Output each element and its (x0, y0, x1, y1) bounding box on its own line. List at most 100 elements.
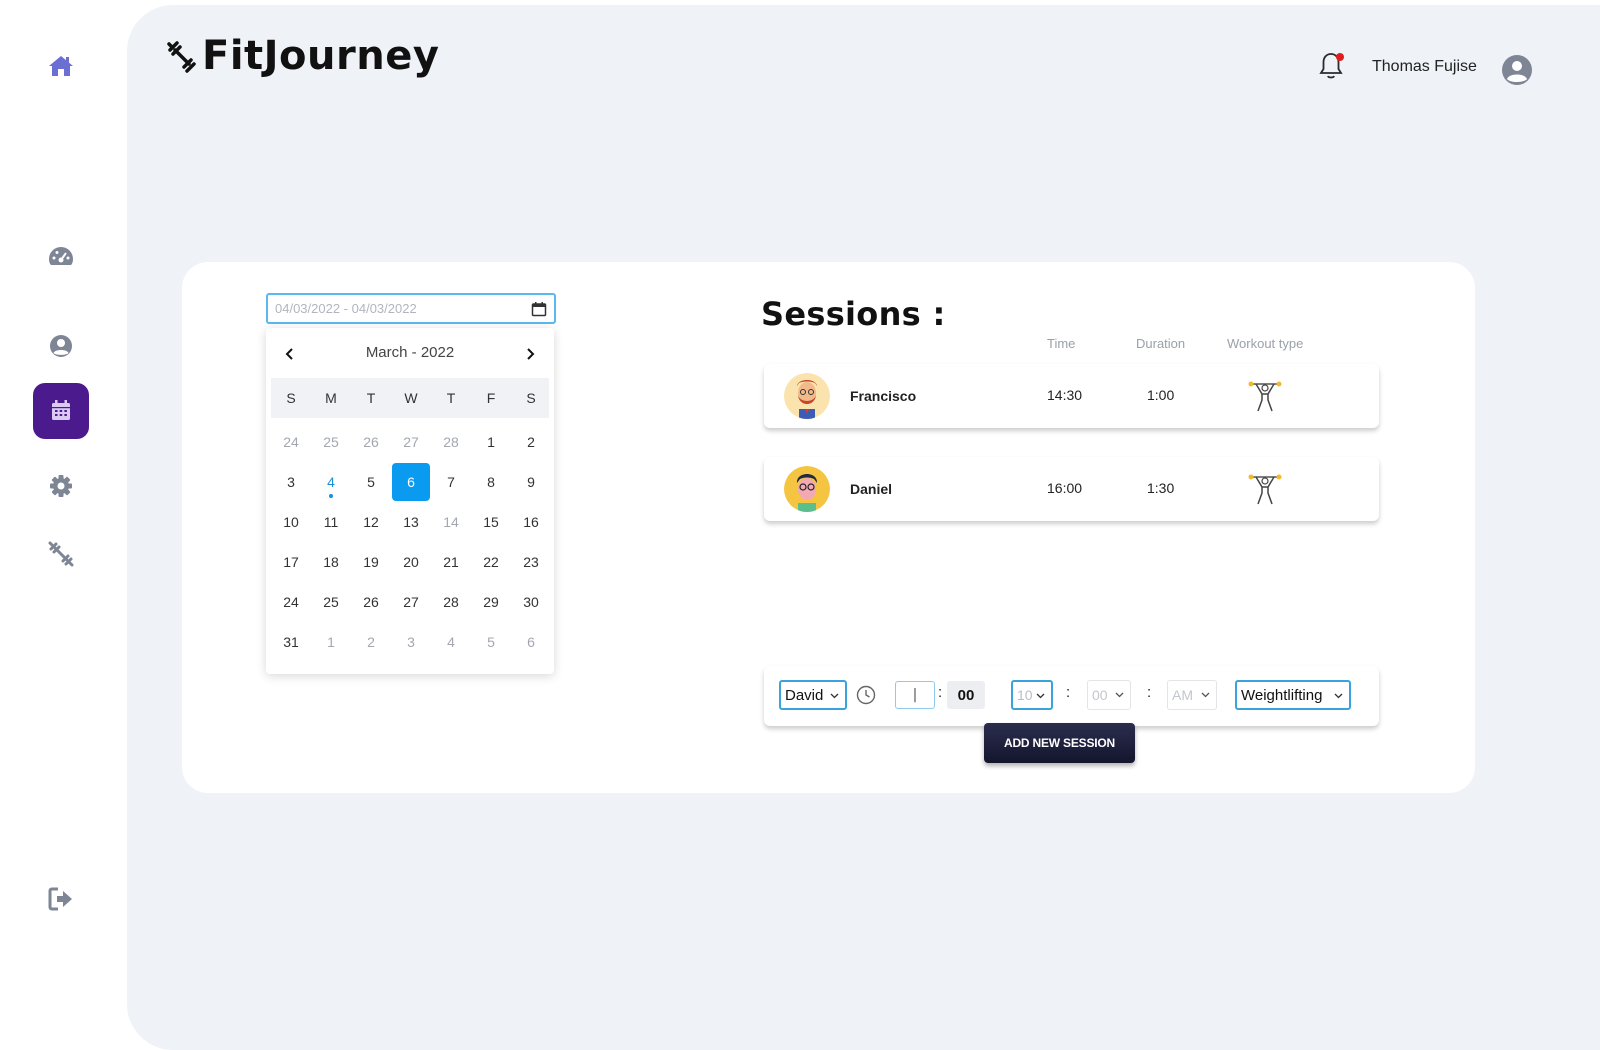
session-row[interactable]: Francisco 14:30 1:00 (764, 364, 1379, 428)
duration-minutes-input[interactable]: 00 (947, 681, 985, 709)
user-circle-icon (50, 335, 72, 357)
logout-icon (48, 887, 72, 911)
calendar-day[interactable]: 20 (391, 542, 431, 582)
app-logo[interactable]: FitJourney (166, 33, 439, 79)
next-month-button[interactable] (520, 344, 540, 364)
calendar-day[interactable]: 1 (311, 622, 351, 662)
column-header-duration: Duration (1136, 336, 1186, 351)
calendar-header: March - 2022 (266, 328, 554, 376)
calendar-day[interactable]: 3 (391, 622, 431, 662)
trainer-avatar (784, 466, 830, 512)
minute-select[interactable]: 00 (1087, 680, 1131, 710)
session-row[interactable]: Daniel 16:00 1:30 (764, 457, 1379, 521)
calendar-day[interactable]: 15 (471, 502, 511, 542)
colon-separator: : (1066, 684, 1071, 701)
calendar-day[interactable]: 31 (271, 622, 311, 662)
hour-select-value: 10 (1017, 687, 1033, 703)
add-session-form: David | : 00 10 : 00 : AM Weightlifting (764, 666, 1379, 726)
duration-hours-input[interactable]: | (895, 681, 935, 709)
sidebar (0, 0, 127, 1050)
calendar-icon[interactable] (531, 301, 547, 317)
calendar-day[interactable]: 22 (471, 542, 511, 582)
calendar-day[interactable]: 11 (311, 502, 351, 542)
calendar-day[interactable]: 5 (471, 622, 511, 662)
calendar-dropdown: March - 2022 S M T W T F S 24 25 26 27 28 1 2 3… (266, 328, 554, 674)
calendar-day[interactable]: 14 (431, 502, 471, 542)
calendar-day[interactable]: 2 (511, 422, 551, 462)
weekday-label: W (404, 390, 418, 406)
dumbbell-logo-icon (167, 41, 196, 73)
notification-dot (1336, 53, 1344, 61)
calendar-day[interactable]: 30 (511, 582, 551, 622)
calendar-day[interactable]: 19 (351, 542, 391, 582)
weekday-label: S (286, 390, 296, 406)
calendar-day[interactable]: 5 (351, 462, 391, 502)
calendar-day[interactable]: 8 (471, 462, 511, 502)
colon-separator: : (938, 684, 943, 701)
calendar-day[interactable]: 27 (391, 422, 431, 462)
calendar-day[interactable]: 29 (471, 582, 511, 622)
hour-select[interactable]: 10 (1011, 680, 1053, 710)
calendar-day[interactable]: 26 (351, 422, 391, 462)
calendar-day[interactable]: 18 (311, 542, 351, 582)
column-header-time: Time (1047, 336, 1076, 351)
home-icon (49, 56, 73, 76)
date-range-input[interactable]: 04/03/2022 - 04/03/2022 (266, 293, 556, 324)
add-new-session-button[interactable]: ADD NEW SESSION (984, 723, 1135, 763)
calendar-day[interactable]: 21 (431, 542, 471, 582)
clock-icon (856, 685, 876, 705)
minute-select-value: 00 (1092, 687, 1108, 703)
calendar-day[interactable]: 6 (392, 463, 430, 501)
calendar-day[interactable]: 27 (391, 582, 431, 622)
trainer-name: Daniel (850, 481, 893, 497)
calendar-day[interactable]: 28 (431, 582, 471, 622)
nav-dashboard[interactable] (33, 229, 89, 285)
nav-profile[interactable] (33, 318, 89, 374)
calendar-day[interactable]: 4 (311, 462, 351, 502)
calendar-day[interactable]: 3 (271, 462, 311, 502)
trainer-select-value: David (785, 686, 824, 704)
weekday-label: S (526, 390, 536, 406)
calendar-day[interactable]: 1 (471, 422, 511, 462)
calendar-day[interactable]: 17 (271, 542, 311, 582)
chevron-right-icon (527, 348, 535, 360)
nav-calendar[interactable] (33, 383, 89, 439)
trainer-select[interactable]: David (779, 680, 847, 710)
calendar-day[interactable]: 28 (431, 422, 471, 462)
duration-minutes-value: 00 (957, 686, 975, 704)
speedometer-icon (49, 247, 73, 265)
user-avatar-icon[interactable] (1501, 54, 1533, 86)
chevron-down-icon (1115, 692, 1124, 698)
colon-separator: : (1147, 684, 1152, 701)
calendar-day[interactable]: 23 (511, 542, 551, 582)
column-header-workout-type: Workout type (1227, 336, 1304, 351)
ampm-select-value: AM (1172, 687, 1193, 703)
calendar-day[interactable]: 25 (311, 422, 351, 462)
nav-settings[interactable] (33, 458, 89, 514)
calendar-day[interactable]: 16 (511, 502, 551, 542)
trainer-avatar (784, 373, 830, 419)
nav-home[interactable] (33, 38, 89, 94)
user-name[interactable]: Thomas Fujise (1372, 58, 1477, 76)
calendar-day[interactable]: 4 (431, 622, 471, 662)
ampm-select[interactable]: AM (1167, 680, 1217, 710)
calendar-day[interactable]: 24 (271, 582, 311, 622)
calendar-day[interactable]: 24 (271, 422, 311, 462)
calendar-day[interactable]: 25 (311, 582, 351, 622)
calendar-day[interactable]: 9 (511, 462, 551, 502)
calendar-day[interactable]: 12 (351, 502, 391, 542)
weekday-label: T (366, 390, 376, 406)
weekday-label: M (325, 390, 337, 406)
calendar-day[interactable]: 6 (511, 622, 551, 662)
calendar-day[interactable]: 26 (351, 582, 391, 622)
trainer-avatar-icon (784, 373, 830, 419)
calendar-day[interactable]: 7 (431, 462, 471, 502)
weekday-label: T (446, 390, 456, 406)
calendar-day[interactable]: 10 (271, 502, 311, 542)
calendar-day[interactable]: 13 (391, 502, 431, 542)
calendar-day[interactable]: 2 (351, 622, 391, 662)
nav-workout[interactable] (33, 526, 89, 582)
dumbbell-icon (48, 541, 74, 567)
workout-type-select[interactable]: Weightlifting (1235, 680, 1351, 710)
nav-logout[interactable] (33, 871, 89, 927)
